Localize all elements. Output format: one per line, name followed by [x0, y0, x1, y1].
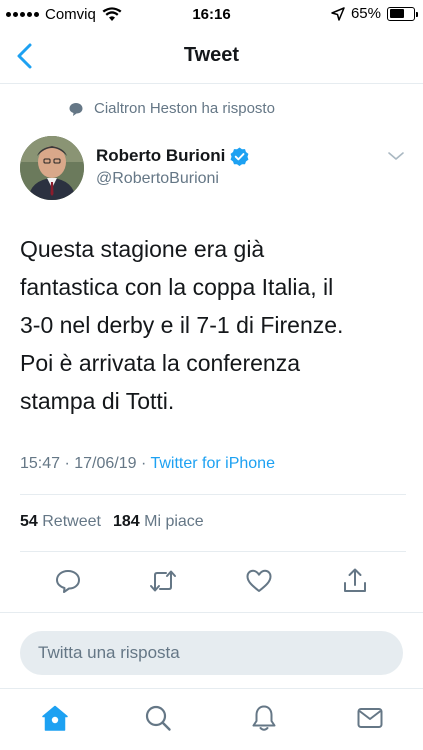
- battery-percentage: 65%: [350, 5, 381, 22]
- status-bar: Comviq 16:16 65%: [0, 0, 423, 30]
- tab-bar: [0, 688, 423, 750]
- like-count: 184: [112, 513, 140, 530]
- divider: [20, 551, 406, 552]
- share-button[interactable]: [340, 566, 370, 596]
- avatar[interactable]: [20, 136, 84, 200]
- search-icon: [145, 705, 171, 731]
- navigation-bar: Tweet: [0, 30, 423, 84]
- tweet-actions: [0, 566, 423, 600]
- verified-badge-icon: [230, 146, 249, 166]
- reply-context[interactable]: Cialtron Heston ha risposto: [68, 100, 275, 117]
- like-stat[interactable]: 184 Mi piace: [113, 513, 204, 531]
- tab-search[interactable]: [143, 703, 173, 733]
- author-name[interactable]: Roberto Burioni: [96, 146, 249, 166]
- chevron-down-icon[interactable]: [387, 150, 405, 162]
- speech-bubble-icon: [69, 102, 83, 116]
- author-handle[interactable]: @RobertoBurioni: [96, 170, 219, 188]
- reply-input[interactable]: Twitta una risposta: [20, 631, 403, 675]
- divider: [20, 494, 406, 495]
- messages-icon: [357, 708, 383, 728]
- like-label: Mi piace: [144, 513, 204, 530]
- divider: [0, 612, 423, 613]
- avatar-image: [20, 136, 84, 200]
- tab-home[interactable]: [40, 703, 70, 733]
- retweet-icon: [150, 570, 176, 592]
- reply-button[interactable]: [53, 566, 83, 596]
- author-name-label: Roberto Burioni: [96, 146, 226, 165]
- tab-messages[interactable]: [355, 703, 385, 733]
- retweet-count: 54: [20, 513, 38, 530]
- tweet-timestamp: 15:47 · 17/06/19 ·: [20, 455, 151, 472]
- location-arrow-icon: [331, 6, 345, 21]
- notifications-icon: [252, 705, 276, 731]
- home-icon: [42, 705, 68, 731]
- battery-icon: [387, 6, 418, 21]
- status-right: 65%: [331, 5, 418, 22]
- tab-notifications[interactable]: [249, 703, 279, 733]
- share-icon: [344, 568, 366, 592]
- retweet-stat[interactable]: 54 Retweet: [20, 513, 101, 531]
- like-button[interactable]: [244, 566, 274, 596]
- tweet-stats: 54 Retweet 184 Mi piace: [20, 513, 204, 531]
- heart-icon: [246, 569, 272, 592]
- tweet-meta: 15:47 · 17/06/19 · Twitter for iPhone: [20, 455, 275, 473]
- page-title: Tweet: [183, 44, 240, 66]
- retweet-label: Retweet: [42, 513, 101, 530]
- tweet-source-link[interactable]: Twitter for iPhone: [150, 455, 275, 472]
- tweet-text: Questa stagione era già fantastica con l…: [20, 236, 344, 414]
- reply-icon: [56, 570, 80, 593]
- retweet-button[interactable]: [148, 566, 178, 596]
- reply-context-label: Cialtron Heston ha risposto: [94, 100, 275, 117]
